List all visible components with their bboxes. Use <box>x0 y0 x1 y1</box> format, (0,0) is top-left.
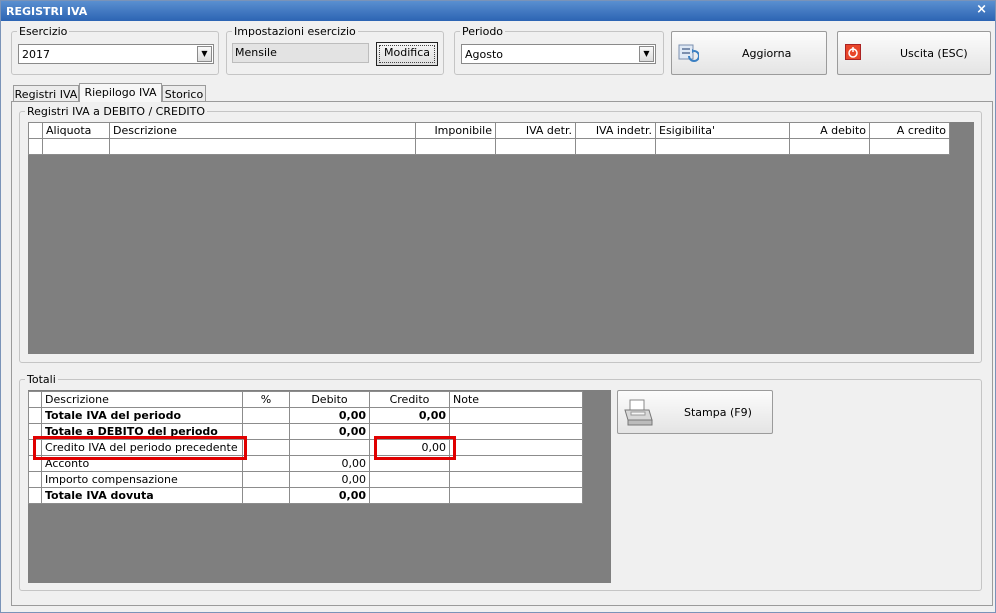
col-imponibile[interactable]: Imponibile <box>415 122 496 139</box>
esercizio-select[interactable]: 2017 ▼ <box>18 44 214 64</box>
periodo-legend: Periodo <box>462 25 504 38</box>
esercizio-value: 2017 <box>22 48 50 61</box>
totali-header-row: Descrizione % Debito Credito Note <box>28 391 583 408</box>
periodo-select[interactable]: Agosto ▼ <box>461 44 656 64</box>
col-a-credito[interactable]: A credito <box>869 122 950 139</box>
aggiorna-button[interactable]: Aggiorna <box>671 31 827 75</box>
table-row[interactable]: Totale IVA dovuta 0,00 <box>28 487 583 504</box>
modifica-button[interactable]: Modifica <box>376 42 438 66</box>
col-descrizione[interactable]: Descrizione <box>41 391 243 408</box>
table-row[interactable]: Importo compensazione 0,00 <box>28 471 583 488</box>
printer-icon <box>622 398 654 428</box>
registri-table: Aliquota Descrizione Imponibile IVA detr… <box>28 122 950 155</box>
uscita-button[interactable]: Uscita (ESC) <box>837 31 991 75</box>
col-aliquota[interactable]: Aliquota <box>42 122 110 139</box>
close-icon[interactable]: × <box>976 3 987 17</box>
totali-legend: Totali <box>27 373 56 386</box>
uscita-label: Uscita (ESC) <box>900 47 968 60</box>
refresh-icon <box>677 41 700 63</box>
col-debito[interactable]: Debito <box>289 391 370 408</box>
chevron-down-icon[interactable]: ▼ <box>639 46 654 62</box>
col-iva-indetr[interactable]: IVA indetr. <box>575 122 656 139</box>
col-credito[interactable]: Credito <box>369 391 450 408</box>
registri-header-row: Aliquota Descrizione Imponibile IVA detr… <box>28 122 950 139</box>
periodo-value: Agosto <box>465 48 504 61</box>
tab-registri-iva[interactable]: Registri IVA <box>13 85 79 102</box>
impostazioni-legend: Impostazioni esercizio <box>234 25 356 38</box>
impostazioni-field: Mensile <box>232 43 369 63</box>
table-row[interactable] <box>28 138 950 155</box>
aggiorna-label: Aggiorna <box>742 47 792 60</box>
registri-legend: Registri IVA a DEBITO / CREDITO <box>27 105 206 118</box>
tab-riepilogo-iva[interactable]: Riepilogo IVA <box>79 83 162 102</box>
registri-iva-window: REGISTRI IVA × Esercizio 2017 ▼ Impostaz… <box>0 0 996 613</box>
power-icon <box>845 44 861 60</box>
highlight-box-credito <box>374 436 456 460</box>
table-row[interactable]: Totale IVA del periodo 0,00 0,00 <box>28 407 583 424</box>
title-bar: REGISTRI IVA × <box>1 1 995 21</box>
col-note[interactable]: Note <box>449 391 583 408</box>
esercizio-legend: Esercizio <box>19 25 68 38</box>
col-a-debito[interactable]: A debito <box>789 122 870 139</box>
col-percentuale[interactable]: % <box>242 391 290 408</box>
stampa-button[interactable]: Stampa (F9) <box>617 390 773 434</box>
registri-grid-area <box>28 122 974 354</box>
highlight-box-descrizione <box>33 436 247 460</box>
col-descrizione[interactable]: Descrizione <box>109 122 416 139</box>
stampa-label: Stampa (F9) <box>684 406 752 419</box>
tab-storico[interactable]: Storico <box>162 85 206 102</box>
window-title: REGISTRI IVA <box>6 5 88 18</box>
chevron-down-icon[interactable]: ▼ <box>197 46 212 62</box>
col-esigibilita[interactable]: Esigibilita' <box>655 122 790 139</box>
impostazioni-value: Mensile <box>235 46 277 59</box>
col-iva-detr[interactable]: IVA detr. <box>495 122 576 139</box>
